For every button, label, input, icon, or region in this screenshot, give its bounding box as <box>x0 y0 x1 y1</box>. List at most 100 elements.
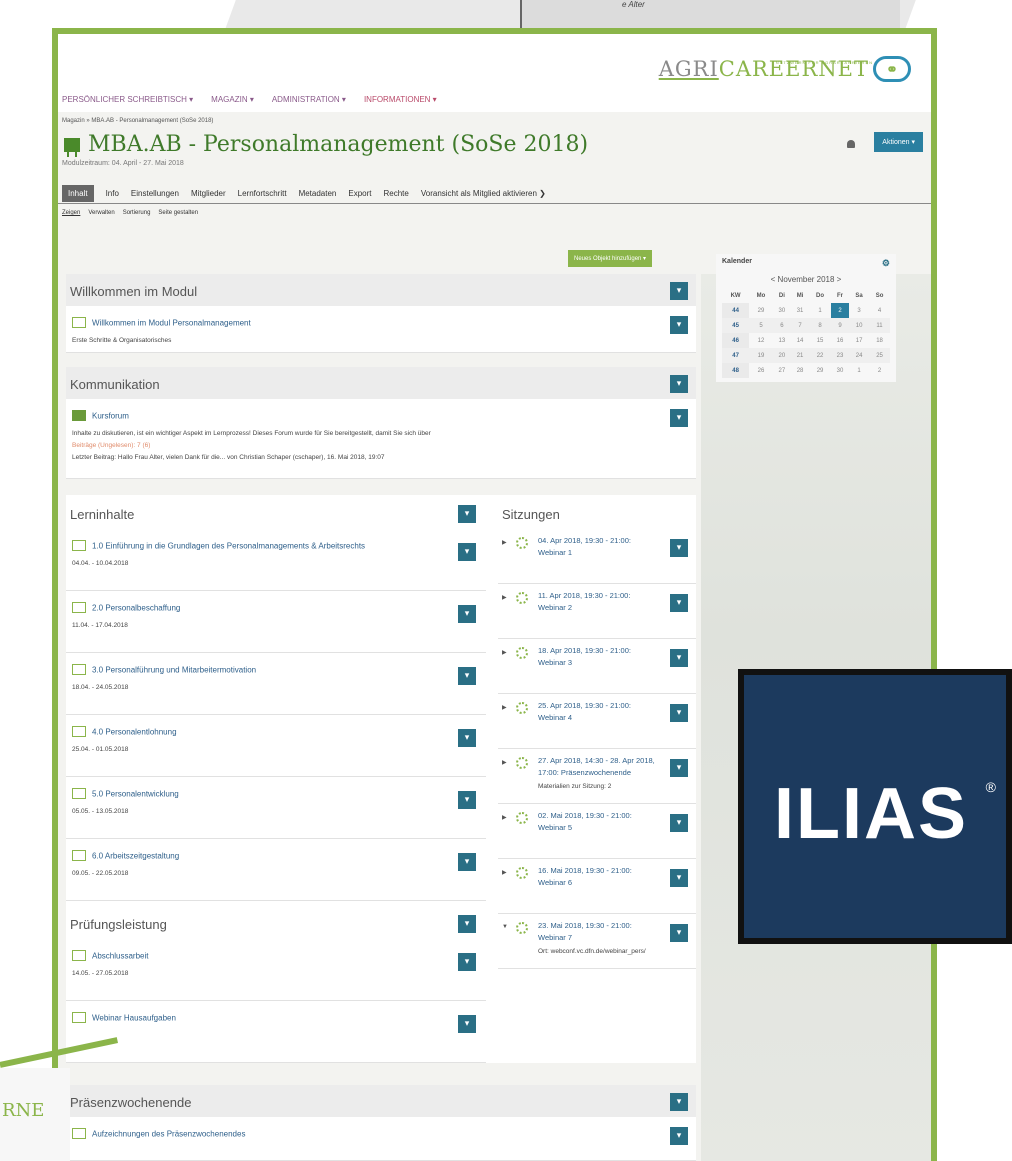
item-dropdown-button[interactable]: ▾ <box>670 316 688 334</box>
session-dropdown-button[interactable]: ▾ <box>670 704 688 722</box>
session-item[interactable]: ▶ 27. Apr 2018, 14:30 - 28. Apr 2018, 17:… <box>498 749 696 804</box>
collapsed-arrow-icon[interactable]: ▶ <box>502 649 507 656</box>
block-dropdown-button[interactable]: ▾ <box>458 505 476 523</box>
calendar-day[interactable]: 22 <box>809 348 831 363</box>
calendar-day[interactable]: 25 <box>869 348 890 363</box>
calendar-day[interactable]: 28 <box>791 363 809 378</box>
calendar-day[interactable]: 30 <box>831 363 849 378</box>
collapsed-arrow-icon[interactable]: ▶ <box>502 814 507 821</box>
item-label[interactable]: 3.0 Personalführung und Mitarbeitermotiv… <box>92 665 256 674</box>
collapsed-arrow-icon[interactable]: ▶ <box>502 704 507 711</box>
session-item[interactable]: ▶ 18. Apr 2018, 19:30 - 21:00: Webinar 3 ▾ <box>498 639 696 694</box>
list-item[interactable]: 1.0 Einführung in die Grundlagen des Per… <box>66 529 486 591</box>
list-item[interactable]: 3.0 Personalführung und Mitarbeitermotiv… <box>66 653 486 715</box>
session-item[interactable]: ▶ 11. Apr 2018, 19:30 - 21:00: Webinar 2 ▾ <box>498 584 696 639</box>
item-dropdown-button[interactable]: ▾ <box>670 409 688 427</box>
item-dropdown-button[interactable]: ▾ <box>458 953 476 971</box>
calendar-day[interactable]: 1 <box>809 303 831 318</box>
calendar-day[interactable]: 8 <box>809 318 831 333</box>
block-dropdown-button[interactable]: ▾ <box>670 375 688 393</box>
calendar-day[interactable]: 26 <box>749 363 773 378</box>
subtab-verwalten[interactable]: Verwalten <box>88 210 114 216</box>
session-dropdown-button[interactable]: ▾ <box>670 814 688 832</box>
tab-info[interactable]: Info <box>106 189 119 198</box>
session-item[interactable]: ▶ 16. Mai 2018, 19:30 - 21:00: Webinar 6 ▾ <box>498 859 696 914</box>
calendar-day[interactable]: 19 <box>749 348 773 363</box>
block-dropdown-button[interactable]: ▾ <box>670 282 688 300</box>
tab-rechte[interactable]: Rechte <box>384 189 409 198</box>
subtab-seite-gestalten[interactable]: Seite gestalten <box>158 210 198 216</box>
item-label[interactable]: Aufzeichnungen des Präsenzwochenendes <box>92 1129 245 1138</box>
bell-icon[interactable] <box>847 140 855 148</box>
calendar-day[interactable]: 29 <box>809 363 831 378</box>
nav-administration[interactable]: ADMINISTRATION ▾ <box>272 95 346 104</box>
session-item[interactable]: ▶ 25. Apr 2018, 19:30 - 21:00: Webinar 4 ▾ <box>498 694 696 749</box>
list-item[interactable]: Kursforum Inhalte zu diskutieren, ist ei… <box>66 399 696 479</box>
subtab-zeigen[interactable]: Zeigen <box>62 210 80 216</box>
list-item[interactable]: 2.0 Personalbeschaffung 11.04. - 17.04.20… <box>66 591 486 653</box>
session-label[interactable]: 04. Apr 2018, 19:30 - 21:00: Webinar 1 <box>538 535 658 559</box>
session-item[interactable]: ▶ 04. Apr 2018, 19:30 - 21:00: Webinar 1 ▾ <box>498 529 696 584</box>
calendar-day[interactable]: 31 <box>791 303 809 318</box>
tab-member-view[interactable]: Voransicht als Mitglied aktivieren ❯ <box>421 189 546 198</box>
collapsed-arrow-icon[interactable]: ▶ <box>502 539 507 546</box>
session-dropdown-button[interactable]: ▾ <box>670 924 688 942</box>
calendar-day[interactable]: 4 <box>869 303 890 318</box>
calendar-day[interactable]: 11 <box>869 318 890 333</box>
session-label[interactable]: 11. Apr 2018, 19:30 - 21:00: Webinar 2 <box>538 590 658 614</box>
session-dropdown-button[interactable]: ▾ <box>670 649 688 667</box>
item-dropdown-button[interactable]: ▾ <box>458 729 476 747</box>
tab-lernfortschritt[interactable]: Lernfortschritt <box>238 189 287 198</box>
session-dropdown-button[interactable]: ▾ <box>670 759 688 777</box>
nav-informationen[interactable]: INFORMATIONEN ▾ <box>364 95 437 104</box>
list-item[interactable]: 4.0 Personalentlohnung 25.04. - 01.05.201… <box>66 715 486 777</box>
calendar-day[interactable]: 29 <box>749 303 773 318</box>
expanded-arrow-icon[interactable]: ▼ <box>502 924 508 930</box>
session-label[interactable]: 02. Mai 2018, 19:30 - 21:00: Webinar 5 <box>538 810 658 834</box>
calendar-day[interactable]: 30 <box>773 303 791 318</box>
session-label[interactable]: 23. Mai 2018, 19:30 - 21:00: Webinar 7 <box>538 920 658 944</box>
list-item[interactable]: 5.0 Personalentwicklung 05.05. - 13.05.20… <box>66 777 486 839</box>
collapsed-arrow-icon[interactable]: ▶ <box>502 759 507 766</box>
calendar-day[interactable]: 12 <box>749 333 773 348</box>
list-item[interactable]: 6.0 Arbeitszeitgestaltung 09.05. - 22.05.… <box>66 839 486 901</box>
tab-export[interactable]: Export <box>348 189 371 198</box>
session-label[interactable]: 27. Apr 2018, 14:30 - 28. Apr 2018, 17:0… <box>538 755 658 779</box>
list-item[interactable]: Webinar Hausaufgaben ▾ <box>66 1001 486 1063</box>
session-dropdown-button[interactable]: ▾ <box>670 539 688 557</box>
item-label[interactable]: 2.0 Personalbeschaffung <box>92 603 180 612</box>
calendar-day[interactable]: 27 <box>773 363 791 378</box>
calendar-day[interactable]: 9 <box>830 318 850 333</box>
calendar-day[interactable]: 7 <box>790 318 810 333</box>
collapsed-arrow-icon[interactable]: ▶ <box>502 594 507 601</box>
calendar-day[interactable]: 16 <box>831 333 849 348</box>
item-label[interactable]: Kursforum <box>92 411 129 420</box>
item-label[interactable]: Abschlussarbeit <box>92 951 148 960</box>
item-dropdown-button[interactable]: ▾ <box>458 1015 476 1033</box>
item-dropdown-button[interactable]: ▾ <box>458 605 476 623</box>
calendar-day[interactable]: 15 <box>809 333 831 348</box>
nav-magazin[interactable]: MAGAZIN ▾ <box>211 95 254 104</box>
session-label[interactable]: 18. Apr 2018, 19:30 - 21:00: Webinar 3 <box>538 645 658 669</box>
calendar-day[interactable]: 23 <box>830 348 850 363</box>
calendar-day[interactable]: 5 <box>749 318 773 333</box>
session-dropdown-button[interactable]: ▾ <box>670 869 688 887</box>
calendar-day[interactable]: 2 <box>830 303 850 318</box>
calendar-day[interactable]: 3 <box>849 303 869 318</box>
calendar-day[interactable]: 10 <box>849 318 870 333</box>
item-dropdown-button[interactable]: ▾ <box>458 791 476 809</box>
tab-metadaten[interactable]: Metadaten <box>299 189 337 198</box>
item-label[interactable]: 6.0 Arbeitszeitgestaltung <box>92 851 179 860</box>
session-label[interactable]: 16. Mai 2018, 19:30 - 21:00: Webinar 6 <box>538 865 658 889</box>
calendar-day[interactable]: 20 <box>772 348 791 363</box>
tab-inhalt[interactable]: Inhalt <box>62 185 94 202</box>
item-dropdown-button[interactable]: ▾ <box>458 667 476 685</box>
calendar-day[interactable]: 17 <box>849 333 869 348</box>
session-dropdown-button[interactable]: ▾ <box>670 594 688 612</box>
nav-desktop[interactable]: PERSÖNLICHER SCHREIBTISCH ▾ <box>62 95 193 104</box>
tab-einstellungen[interactable]: Einstellungen <box>131 189 179 198</box>
breadcrumb[interactable]: Magazin » MBA.AB - Personalmanagement (S… <box>58 112 931 124</box>
session-item[interactable]: ▶ 02. Mai 2018, 19:30 - 21:00: Webinar 5 ▾ <box>498 804 696 859</box>
tab-mitglieder[interactable]: Mitglieder <box>191 189 226 198</box>
calendar-day[interactable]: 21 <box>790 348 810 363</box>
